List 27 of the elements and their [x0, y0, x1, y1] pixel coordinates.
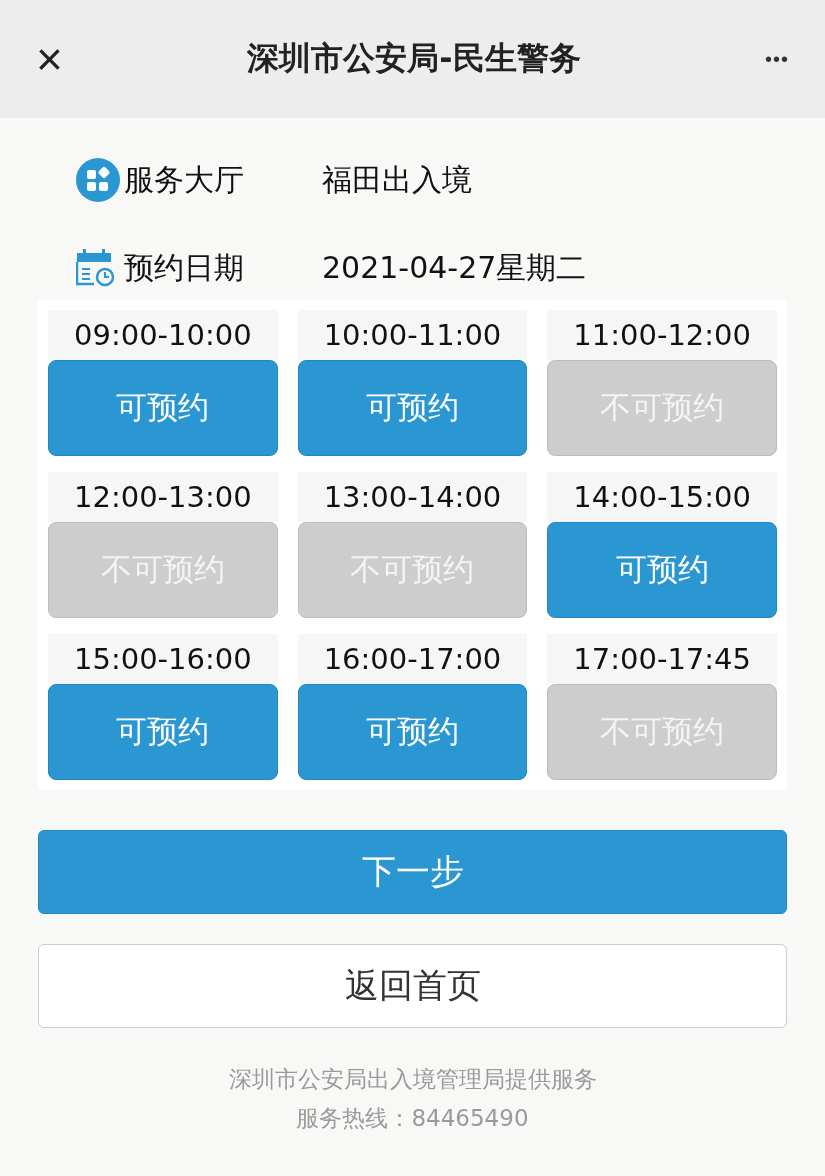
time-label: 13:00-14:00: [297, 472, 528, 522]
apps-icon: [76, 158, 120, 202]
book-slot-button[interactable]: 可预约: [297, 360, 528, 456]
time-label: 09:00-10:00: [48, 310, 278, 360]
next-button[interactable]: 下一步: [38, 830, 787, 914]
book-slot-button[interactable]: 可预约: [297, 684, 528, 780]
time-label: 12:00-13:00: [48, 472, 278, 522]
more-button[interactable]: •••: [764, 47, 789, 71]
book-slot-button[interactable]: 可预约: [48, 360, 278, 456]
book-slot-button[interactable]: 可预约: [547, 522, 777, 618]
time-label: 11:00-12:00: [547, 310, 777, 360]
calendar-clock-icon: [76, 249, 116, 287]
footer-text: 深圳市公安局出入境管理局提供服务: [228, 1065, 597, 1094]
field-label: 预约日期: [124, 248, 245, 287]
field-value: 2021-04-27星期二: [322, 248, 587, 287]
footer-text: 服务热线：84465490: [296, 1104, 529, 1133]
book-slot-button[interactable]: 可预约: [48, 684, 278, 780]
field-label: 服务大厅: [124, 160, 245, 199]
home-button[interactable]: 返回首页: [38, 944, 787, 1028]
close-button[interactable]: ×: [36, 36, 63, 82]
time-label: 15:00-16:00: [48, 634, 278, 684]
time-label: 16:00-17:00: [297, 634, 528, 684]
time-label: 17:00-17:45: [547, 634, 777, 684]
page-title: 深圳市公安局-民生警务: [247, 38, 581, 79]
time-label: 14:00-15:00: [547, 472, 777, 522]
time-label: 10:00-11:00: [297, 310, 528, 360]
field-value: 福田出入境: [322, 160, 472, 199]
